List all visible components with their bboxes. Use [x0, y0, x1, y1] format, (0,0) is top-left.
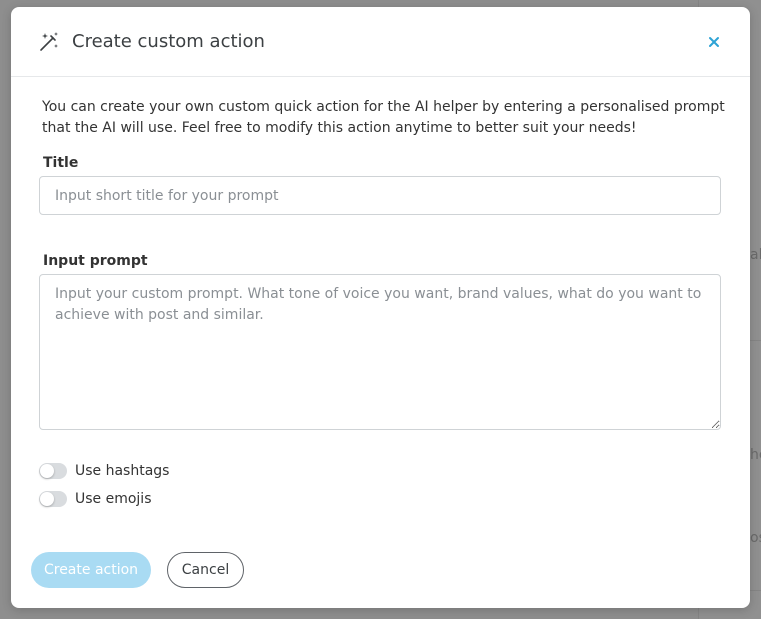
create-custom-action-dialog: Create custom action You can create your…	[11, 7, 750, 608]
magic-wand-icon	[40, 32, 58, 51]
prompt-textarea[interactable]	[39, 274, 721, 430]
hashtags-toggle-label: Use hashtags	[75, 463, 170, 479]
background-text-fragment: os	[750, 530, 761, 546]
emojis-toggle-label: Use emojis	[75, 491, 152, 507]
title-field-label: Title	[43, 155, 79, 171]
background-text-fragment: he	[750, 447, 761, 463]
cancel-button[interactable]: Cancel	[167, 552, 244, 588]
background-text-fragment: al	[750, 247, 761, 263]
title-input[interactable]	[39, 176, 721, 215]
hashtags-toggle[interactable]	[39, 463, 67, 479]
hashtags-toggle-row[interactable]: Use hashtags	[39, 461, 169, 481]
dialog-title: Create custom action	[72, 31, 265, 52]
emojis-toggle[interactable]	[39, 491, 67, 507]
dialog-header: Create custom action	[11, 7, 750, 77]
toggle-knob	[40, 464, 54, 478]
prompt-field-label: Input prompt	[43, 253, 148, 269]
close-icon[interactable]	[702, 30, 726, 54]
toggle-knob	[40, 492, 54, 506]
create-action-button[interactable]: Create action	[31, 552, 151, 588]
emojis-toggle-row[interactable]: Use emojis	[39, 489, 152, 509]
dialog-description: You can create your own custom quick act…	[42, 99, 725, 136]
